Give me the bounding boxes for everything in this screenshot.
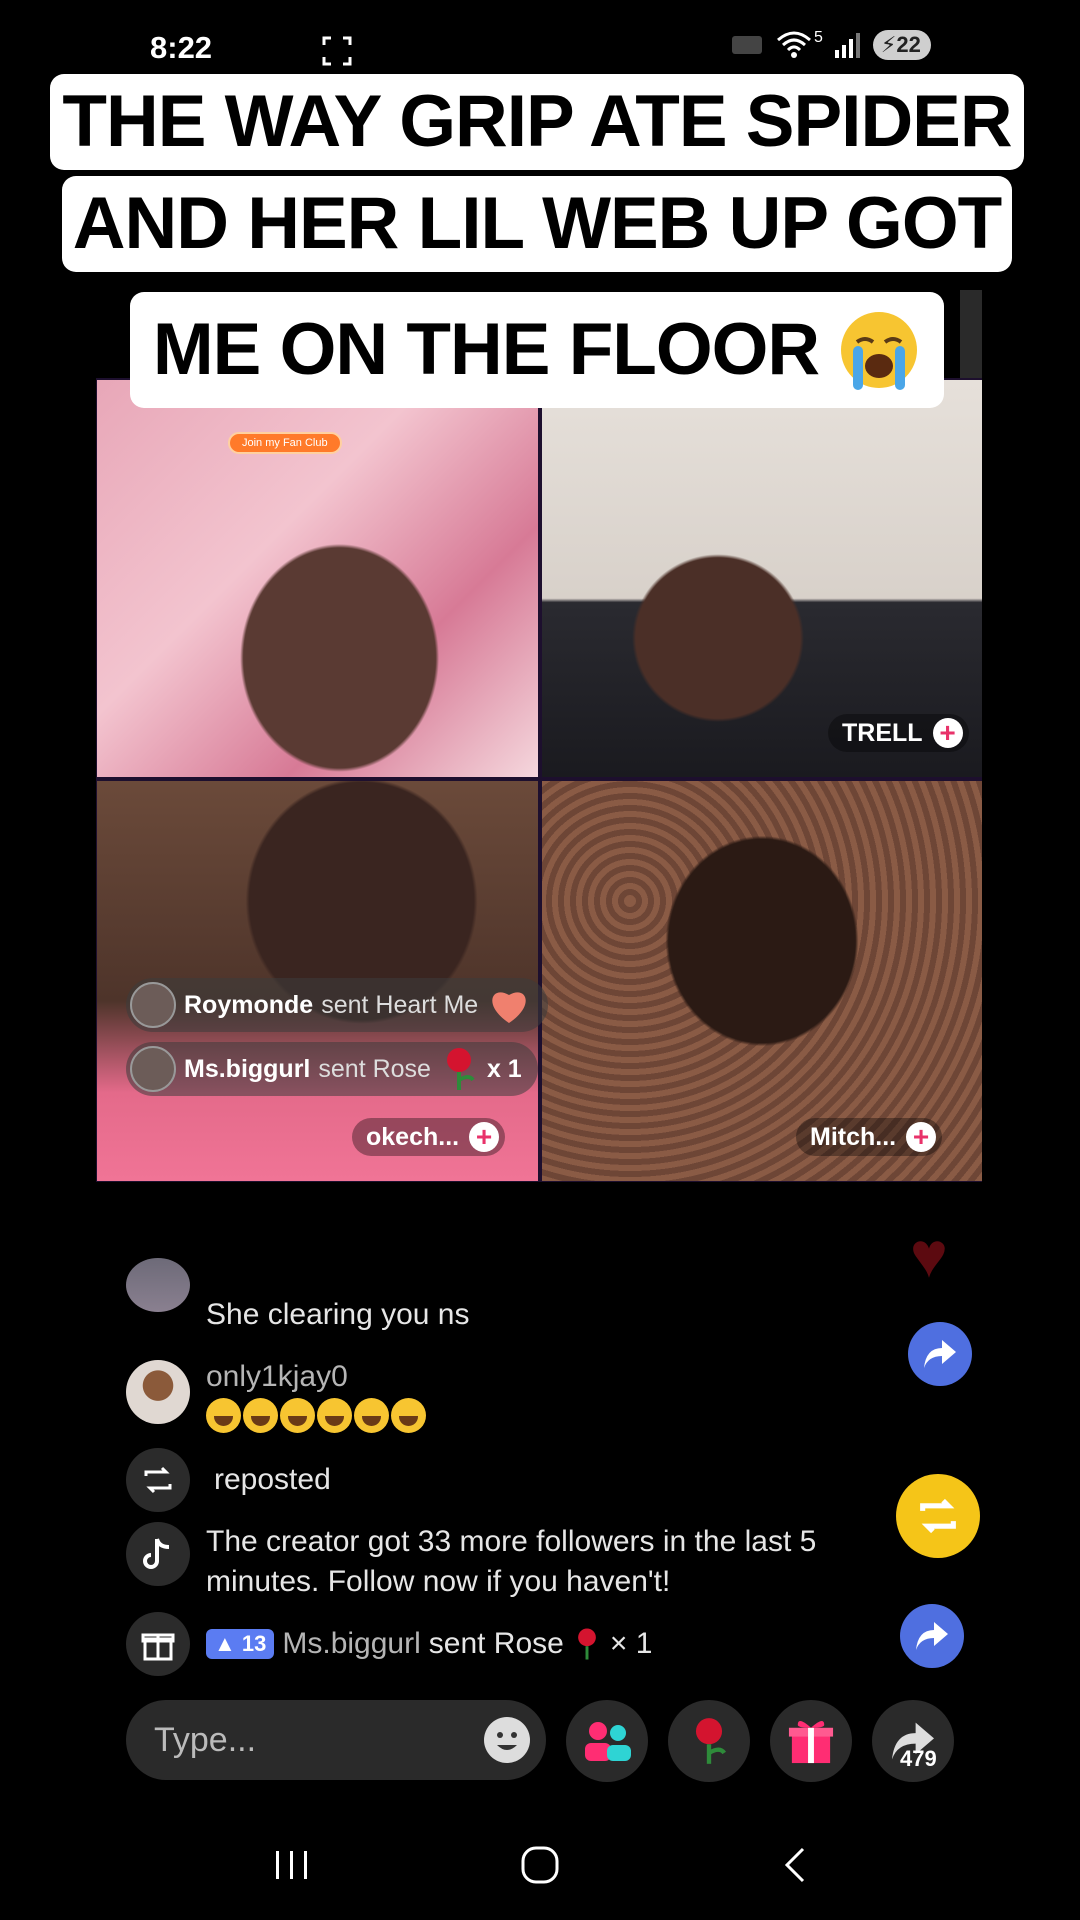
avatar — [130, 1046, 176, 1092]
like-heart-icon: ♥ — [910, 1219, 948, 1291]
repost-icon — [126, 1448, 190, 1512]
repost-text: reposted — [214, 1463, 331, 1496]
crying-emoji-icon — [841, 312, 918, 390]
system-text: The creator got 33 more followers in the… — [206, 1525, 817, 1598]
share-arrow-icon — [916, 1622, 948, 1650]
guests-icon — [585, 1722, 631, 1761]
rose-icon — [695, 1718, 727, 1764]
follow-plus-icon[interactable]: + — [469, 1122, 500, 1152]
gift-sender: Roymonde — [184, 990, 314, 1019]
rose-gift-button[interactable] — [668, 1700, 750, 1782]
chat-message: only1kjay0 — [126, 1360, 426, 1433]
wifi-icon — [777, 31, 811, 58]
fan-club-badge[interactable]: Join my Fan Club — [228, 432, 342, 454]
comment-placeholder: Type... — [154, 1720, 257, 1759]
back-icon — [784, 1847, 805, 1883]
battery-icon: ⚡ — [880, 32, 897, 57]
gift-icon — [126, 1612, 190, 1676]
chat-repost-message: reposted — [126, 1448, 331, 1512]
repost-icon — [920, 1498, 956, 1534]
gift-box-icon — [788, 1721, 834, 1764]
chat-username[interactable]: only1kjay0 — [206, 1360, 426, 1394]
avatar[interactable] — [126, 1360, 190, 1424]
status-indicators: 5 ⚡22 — [730, 29, 931, 60]
share-arrow-icon — [924, 1340, 956, 1368]
chat-system-message: The creator got 33 more followers in the… — [126, 1522, 926, 1602]
home-icon — [521, 1846, 559, 1884]
laughing-emoji-icon — [354, 1398, 389, 1433]
avatar — [130, 982, 176, 1028]
chat-message: She clearing you ns — [126, 1258, 470, 1332]
back-button[interactable] — [772, 1840, 816, 1890]
level-number: 13 — [241, 1631, 267, 1656]
participant-pill-mitch[interactable]: Mitch... + — [796, 1118, 943, 1156]
avatar[interactable] — [126, 1258, 190, 1312]
status-time: 8:22 — [150, 30, 213, 65]
signal-icon — [834, 33, 860, 58]
recent-apps-button[interactable] — [270, 1840, 314, 1890]
multi-guest-button[interactable] — [566, 1700, 648, 1782]
chat-username[interactable]: Ms.biggurl — [282, 1627, 420, 1661]
gift-count: × 1 — [609, 1627, 653, 1660]
battery-level: 22 — [896, 32, 921, 57]
laughing-emoji-icon — [243, 1398, 278, 1433]
gift-action: sent Heart Me — [321, 990, 479, 1019]
rose-icon — [577, 1628, 596, 1660]
battery-indicator: ⚡22 — [872, 30, 931, 60]
gift-action: sent Rose — [318, 1054, 431, 1083]
caption-line-3-box: ME ON THE FLOOR — [130, 292, 944, 408]
gift-sender: Ms.biggurl — [184, 1054, 311, 1083]
comment-input[interactable]: Type... — [126, 1700, 546, 1780]
follow-plus-icon[interactable]: + — [932, 718, 963, 748]
caption-line-2: AND HER LIL WEB UP GOT — [62, 176, 1012, 272]
emoji-picker-icon[interactable] — [482, 1715, 532, 1765]
participant-name: TRELL — [842, 718, 923, 747]
participant-pill-trell[interactable]: TRELL + — [828, 714, 969, 752]
repost-side-button[interactable] — [896, 1474, 980, 1558]
share-side-button[interactable] — [908, 1322, 972, 1386]
share-side-button-2[interactable] — [900, 1604, 964, 1668]
rose-icon — [446, 1048, 475, 1090]
laughing-emoji-icon — [391, 1398, 426, 1433]
chat-gift-message: ▲ 13 Ms.biggurl sent Rose × 1 — [126, 1612, 652, 1676]
caption-line-1: THE WAY GRIP ATE SPIDER — [50, 74, 1024, 170]
gift-count: x 1 — [486, 1054, 522, 1083]
follow-plus-icon[interactable]: + — [906, 1122, 937, 1152]
tiktok-logo-icon — [126, 1522, 190, 1586]
heart-me-gift-icon — [492, 992, 526, 1023]
laughing-emoji-icon — [206, 1398, 241, 1433]
gift-overlay: Ms.biggurl sent Rose x 1 — [126, 1042, 538, 1096]
network-type: 5 — [814, 29, 823, 46]
mute-icon — [732, 36, 762, 54]
gift-text: sent Rose — [428, 1627, 564, 1660]
fullscreen-icon — [322, 36, 352, 66]
laughing-emoji-icon — [317, 1398, 352, 1433]
recent-apps-icon — [276, 1851, 307, 1879]
home-button[interactable] — [518, 1840, 562, 1890]
laughing-emoji-icon — [280, 1398, 315, 1433]
chat-text: She clearing you ns — [206, 1298, 470, 1331]
gift-overlay: Roymonde sent Heart Me — [126, 978, 549, 1032]
video-top-edge — [960, 290, 982, 380]
participant-name: Mitch... — [810, 1122, 897, 1151]
laughing-emoji-row — [206, 1398, 426, 1433]
level-badge: ▲ 13 — [206, 1629, 275, 1659]
caption-line-3: ME ON THE FLOOR — [152, 309, 820, 390]
participant-pill-okech[interactable]: okech... + — [352, 1118, 506, 1156]
share-count: 479 — [900, 1746, 937, 1771]
gift-button[interactable] — [770, 1700, 852, 1782]
participant-name: okech... — [366, 1122, 460, 1151]
